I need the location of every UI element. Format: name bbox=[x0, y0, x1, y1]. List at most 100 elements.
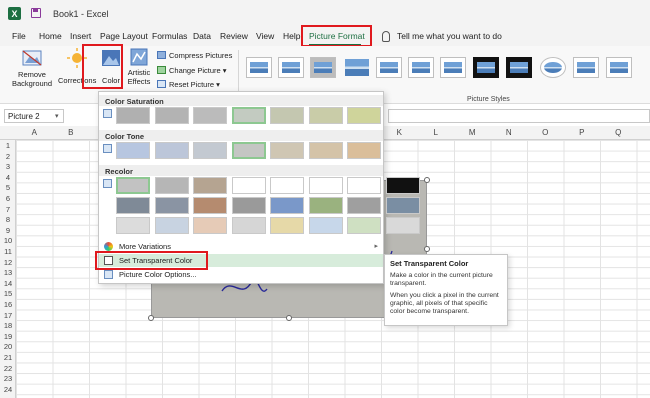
color-swatch[interactable] bbox=[347, 142, 381, 159]
tab-page-layout[interactable]: Page Layout bbox=[100, 31, 148, 41]
tab-file[interactable]: File bbox=[12, 31, 26, 41]
resize-handle-bl[interactable] bbox=[148, 315, 154, 321]
row-header[interactable]: 2 bbox=[0, 152, 16, 162]
row-header[interactable]: 14 bbox=[0, 279, 16, 289]
reset-picture-button[interactable]: Reset Picture ▾ bbox=[157, 80, 220, 89]
tab-view[interactable]: View bbox=[256, 31, 274, 41]
tab-home[interactable]: Home bbox=[39, 31, 62, 41]
row-header[interactable]: 1 bbox=[0, 141, 16, 151]
color-swatch[interactable] bbox=[231, 177, 266, 194]
color-swatch[interactable] bbox=[347, 177, 381, 194]
row-header[interactable]: 9 bbox=[0, 226, 16, 236]
picture-style-9[interactable] bbox=[506, 57, 532, 78]
color-swatch[interactable] bbox=[347, 217, 381, 234]
corrections-button[interactable]: Corrections bbox=[58, 48, 96, 85]
row-header[interactable]: 15 bbox=[0, 289, 16, 299]
more-variations-item[interactable]: More Variations ▸ bbox=[99, 240, 383, 253]
color-swatch[interactable] bbox=[193, 217, 227, 234]
row-header[interactable]: 10 bbox=[0, 236, 16, 246]
color-swatch[interactable] bbox=[116, 107, 150, 124]
color-swatch[interactable] bbox=[154, 197, 189, 214]
tab-data[interactable]: Data bbox=[193, 31, 211, 41]
color-swatch[interactable] bbox=[270, 217, 304, 234]
row-header[interactable]: 6 bbox=[0, 194, 16, 204]
color-swatch[interactable] bbox=[270, 197, 304, 214]
row-header[interactable]: 3 bbox=[0, 162, 16, 172]
color-swatch[interactable] bbox=[270, 177, 304, 194]
row-header[interactable]: 24 bbox=[0, 385, 16, 395]
color-swatch[interactable] bbox=[154, 142, 189, 159]
column-header[interactable]: K bbox=[381, 128, 418, 140]
row-header[interactable]: 8 bbox=[0, 215, 16, 225]
tab-formulas[interactable]: Formulas bbox=[152, 31, 187, 41]
row-header[interactable]: 11 bbox=[0, 247, 16, 257]
row-header[interactable]: 19 bbox=[0, 332, 16, 342]
color-swatch[interactable] bbox=[347, 197, 381, 214]
color-swatch[interactable] bbox=[193, 107, 227, 124]
tab-picture-format[interactable]: Picture Format bbox=[309, 31, 365, 41]
color-swatch[interactable] bbox=[308, 107, 343, 124]
picture-style-2[interactable] bbox=[278, 57, 304, 78]
color-swatch[interactable] bbox=[231, 197, 266, 214]
row-header[interactable]: 22 bbox=[0, 364, 16, 374]
row-header[interactable]: 13 bbox=[0, 268, 16, 278]
color-swatch[interactable] bbox=[116, 142, 150, 159]
resize-handle-right[interactable] bbox=[424, 246, 430, 252]
formula-bar[interactable] bbox=[388, 109, 650, 123]
picture-style-11[interactable] bbox=[573, 57, 599, 78]
color-swatch[interactable] bbox=[385, 217, 420, 234]
remove-background-button[interactable]: Remove Background bbox=[10, 48, 54, 88]
change-picture-button[interactable]: Change Picture ▾ bbox=[157, 66, 227, 75]
color-swatch[interactable] bbox=[231, 142, 266, 159]
row-header[interactable]: 18 bbox=[0, 321, 16, 331]
color-swatch[interactable] bbox=[347, 107, 381, 124]
picture-style-8[interactable] bbox=[473, 57, 499, 78]
color-swatch[interactable] bbox=[193, 197, 227, 214]
picture-color-options-item[interactable]: Picture Color Options... bbox=[99, 268, 383, 281]
column-header[interactable]: L bbox=[418, 128, 455, 140]
color-swatch[interactable] bbox=[154, 107, 189, 124]
artistic-effects-button[interactable]: Artistic Effects bbox=[124, 48, 154, 86]
row-header[interactable]: 16 bbox=[0, 300, 16, 310]
tab-review[interactable]: Review bbox=[220, 31, 248, 41]
row-header[interactable]: 7 bbox=[0, 205, 16, 215]
picture-style-7[interactable] bbox=[440, 57, 466, 78]
color-swatch[interactable] bbox=[231, 107, 266, 124]
row-header[interactable]: 17 bbox=[0, 311, 16, 321]
resize-handle-bottom[interactable] bbox=[286, 315, 292, 321]
color-swatch[interactable] bbox=[231, 217, 266, 234]
column-header[interactable]: Q bbox=[600, 128, 637, 140]
picture-style-10[interactable] bbox=[540, 57, 566, 78]
row-header[interactable]: 23 bbox=[0, 374, 16, 384]
column-header[interactable]: N bbox=[491, 128, 528, 140]
color-swatch[interactable] bbox=[116, 197, 150, 214]
color-swatch[interactable] bbox=[154, 177, 189, 194]
picture-style-6[interactable] bbox=[408, 57, 434, 78]
picture-style-4[interactable] bbox=[344, 57, 370, 78]
row-header[interactable]: 12 bbox=[0, 258, 16, 268]
column-header[interactable]: A bbox=[16, 128, 53, 140]
color-swatch[interactable] bbox=[385, 177, 420, 194]
picture-style-3[interactable] bbox=[310, 57, 336, 78]
color-swatch[interactable] bbox=[308, 197, 343, 214]
compress-pictures-button[interactable]: Compress Pictures bbox=[157, 51, 232, 60]
color-swatch[interactable] bbox=[385, 197, 420, 214]
color-swatch[interactable] bbox=[270, 107, 304, 124]
color-swatch[interactable] bbox=[154, 217, 189, 234]
color-swatch[interactable] bbox=[193, 142, 227, 159]
tell-me-search[interactable]: Tell me what you want to do bbox=[397, 31, 502, 41]
row-header[interactable]: 21 bbox=[0, 353, 16, 363]
color-swatch[interactable] bbox=[116, 177, 150, 194]
column-header[interactable]: B bbox=[53, 128, 90, 140]
picture-style-5[interactable] bbox=[376, 57, 402, 78]
column-header[interactable]: P bbox=[564, 128, 601, 140]
row-header[interactable]: 20 bbox=[0, 342, 16, 352]
color-swatch[interactable] bbox=[116, 217, 150, 234]
column-header[interactable]: M bbox=[454, 128, 491, 140]
set-transparent-color-item[interactable]: Set Transparent Color bbox=[99, 254, 383, 267]
color-swatch[interactable] bbox=[308, 217, 343, 234]
tab-help[interactable]: Help bbox=[283, 31, 300, 41]
column-header[interactable]: O bbox=[527, 128, 564, 140]
row-header[interactable]: 5 bbox=[0, 183, 16, 193]
tab-insert[interactable]: Insert bbox=[70, 31, 91, 41]
